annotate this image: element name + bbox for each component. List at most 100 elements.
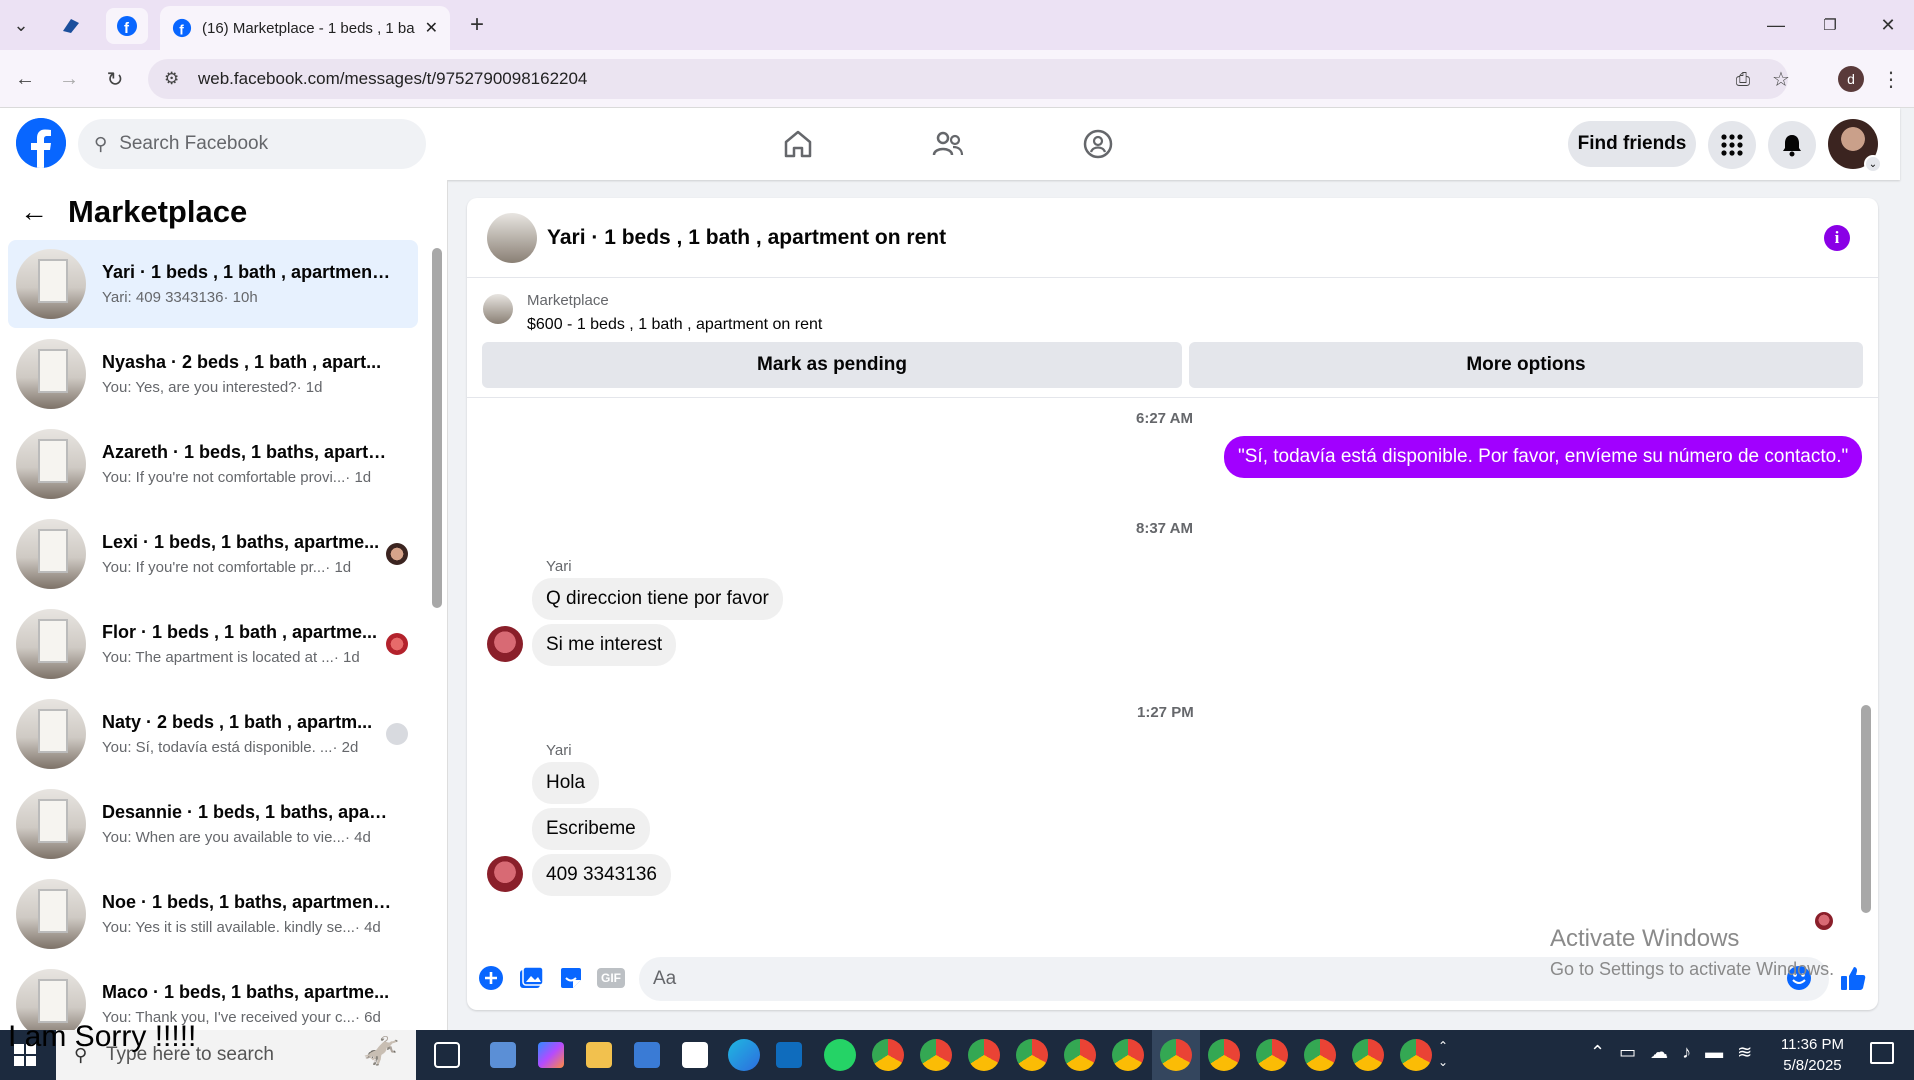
restore-icon[interactable]: ❐ — [1810, 8, 1850, 42]
incoming-message[interactable]: Si me interest — [532, 624, 677, 666]
back-icon[interactable]: ← — [10, 64, 40, 94]
conversation-preview: You: If you're not comfortable provi... — [102, 469, 346, 486]
conversation-item[interactable]: Nyasha · 2 beds , 1 bath , apart... You:… — [8, 330, 418, 418]
chat-scrollbar[interactable] — [1861, 705, 1871, 913]
conversation-item[interactable]: Naty · 2 beds , 1 bath , apartm... You: … — [8, 690, 418, 778]
reload-icon[interactable]: ↻ — [100, 64, 130, 94]
sticker-icon[interactable] — [557, 964, 585, 992]
home-nav[interactable] — [768, 122, 828, 166]
chat-panel: Yari · 1 beds , 1 bath , apartment on re… — [467, 198, 1878, 1010]
address-bar[interactable]: ⚙ web.facebook.com/messages/t/9752790098… — [148, 59, 1788, 99]
chrome-icon[interactable] — [1160, 1039, 1192, 1071]
browser-menu-icon[interactable]: ⋮ — [1876, 64, 1906, 94]
conversation-list-scrollbar[interactable] — [432, 248, 442, 608]
bell-icon — [1783, 135, 1801, 157]
facebook-search-input[interactable]: ⚲ Search Facebook — [78, 119, 426, 169]
mark-as-pending-button[interactable]: Mark as pending — [482, 342, 1182, 388]
taskbar-clock[interactable]: 11:36 PM 5/8/2025 — [1781, 1034, 1844, 1076]
incoming-message[interactable]: Hola — [532, 762, 600, 804]
sender-avatar[interactable] — [487, 856, 523, 892]
active-tab[interactable]: f (16) Marketplace - 1 beds , 1 ba ✕ — [160, 6, 450, 50]
account-avatar[interactable]: ⌄ — [1828, 119, 1882, 173]
chrome-icon[interactable] — [1208, 1039, 1240, 1071]
like-thumbs-up-icon[interactable] — [1839, 964, 1867, 992]
whatsapp-icon[interactable] — [824, 1039, 856, 1071]
conversation-time: · 4d — [344, 829, 371, 846]
system-tray-icons[interactable]: ⌃▭☁♪▬≋ — [1590, 1042, 1766, 1063]
info-icon[interactable]: i — [1824, 225, 1850, 251]
conversation-item[interactable]: Yari · 1 beds , 1 bath , apartment ... Y… — [8, 240, 418, 328]
conversation-name: Desannie · 1 beds, 1 baths, apart... — [102, 802, 392, 822]
edge-icon[interactable] — [728, 1039, 760, 1071]
listing-summary: Marketplace $600 - 1 beds , 1 bath , apa… — [467, 278, 1878, 398]
incoming-message[interactable]: Q direccion tiene por favor — [532, 578, 783, 620]
search-placeholder: Search Facebook — [119, 133, 269, 154]
minimize-icon[interactable]: — — [1756, 8, 1796, 42]
forward-icon[interactable]: → — [54, 64, 84, 94]
conversation-preview: You: Yes it is still available. kindly s… — [102, 919, 355, 936]
conversation-time: · 6d — [355, 1009, 381, 1026]
chrome-icon[interactable] — [1400, 1039, 1432, 1071]
listing-thumbnail — [16, 519, 86, 589]
conversation-item[interactable]: Flor · 1 beds , 1 bath , apartme... You:… — [8, 600, 418, 688]
conversation-time: · 1d — [333, 649, 360, 666]
friends-nav[interactable] — [918, 122, 978, 166]
conversation-item[interactable]: Noe · 1 beds, 1 baths, apartment... You:… — [8, 870, 418, 958]
listing-source: Marketplace — [527, 292, 609, 309]
sender-avatar[interactable] — [487, 626, 523, 662]
add-plus-icon[interactable] — [477, 964, 505, 992]
bookmark-star-icon[interactable]: ☆ — [1766, 64, 1796, 94]
tab-search-chevron-icon[interactable]: ⌄ — [4, 8, 38, 42]
find-friends-button[interactable]: Find friends — [1568, 121, 1696, 167]
chrome-icon[interactable] — [1304, 1039, 1336, 1071]
photo-icon[interactable] — [517, 964, 545, 992]
incoming-message[interactable]: 409 3343136 — [532, 854, 671, 896]
conversation-item[interactable]: Desannie · 1 beds, 1 baths, apart... You… — [8, 780, 418, 868]
groups-nav[interactable] — [1068, 122, 1128, 166]
chrome-icon[interactable] — [1016, 1039, 1048, 1071]
chrome-icon[interactable] — [872, 1039, 904, 1071]
new-tab-icon[interactable]: + — [460, 8, 494, 42]
browser-profile-avatar[interactable]: d — [1838, 66, 1864, 92]
copilot-icon[interactable] — [538, 1042, 564, 1068]
grid-menu-icon — [1721, 134, 1743, 156]
svg-text:f: f — [179, 22, 184, 37]
notification-center-icon[interactable] — [1870, 1042, 1894, 1064]
file-explorer-icon[interactable] — [586, 1042, 612, 1068]
chrome-icon[interactable] — [968, 1039, 1000, 1071]
listing-avatar[interactable] — [487, 212, 537, 263]
outgoing-message[interactable]: "Sí, todavía está disponible. Por favor,… — [1224, 436, 1863, 478]
conversation-item[interactable]: Azareth · 1 beds, 1 baths, apartm... You… — [8, 420, 418, 508]
listing-thumbnail — [16, 699, 86, 769]
friends-icon — [932, 131, 964, 156]
close-window-icon[interactable]: ✕ — [1868, 8, 1908, 42]
chrome-icon[interactable] — [1256, 1039, 1288, 1071]
install-app-icon[interactable]: ⎙ — [1728, 64, 1758, 94]
chrome-icon[interactable] — [1352, 1039, 1384, 1071]
close-tab-icon[interactable]: ✕ — [425, 18, 438, 38]
listing-price[interactable]: $600 - 1 beds , 1 bath , apartment on re… — [527, 316, 822, 334]
chat-title[interactable]: Yari · 1 beds , 1 bath , apartment on re… — [547, 226, 946, 250]
back-arrow-icon[interactable]: ← — [20, 196, 48, 228]
incoming-message[interactable]: Escribeme — [532, 808, 650, 850]
more-options-button[interactable]: More options — [1189, 342, 1863, 388]
chrome-icon[interactable] — [1112, 1039, 1144, 1071]
chrome-icon[interactable] — [920, 1039, 952, 1071]
conversation-item[interactable]: Lexi · 1 beds, 1 baths, apartme... You: … — [8, 510, 418, 598]
site-settings-icon[interactable]: ⚙ — [164, 69, 184, 89]
tab-title: (16) Marketplace - 1 beds , 1 ba — [202, 19, 415, 37]
sender-name: Yari — [546, 742, 572, 759]
taskbar-scroll-icon[interactable]: ⌃ ⌄ — [1438, 1038, 1448, 1070]
gif-icon[interactable]: GIF — [597, 964, 625, 992]
task-view-icon[interactable] — [434, 1042, 460, 1068]
menu-grid-button[interactable] — [1708, 121, 1756, 169]
notepad-icon[interactable] — [682, 1042, 708, 1068]
chrome-icon[interactable] — [1064, 1039, 1096, 1071]
news-app-icon[interactable] — [490, 1042, 516, 1068]
outlook-icon[interactable] — [776, 1042, 802, 1068]
facebook-logo[interactable] — [16, 118, 66, 168]
pinned-tab-1[interactable] — [50, 8, 92, 44]
store-icon[interactable] — [634, 1042, 660, 1068]
pinned-tab-facebook[interactable]: f — [106, 8, 148, 44]
notifications-button[interactable] — [1768, 121, 1816, 169]
